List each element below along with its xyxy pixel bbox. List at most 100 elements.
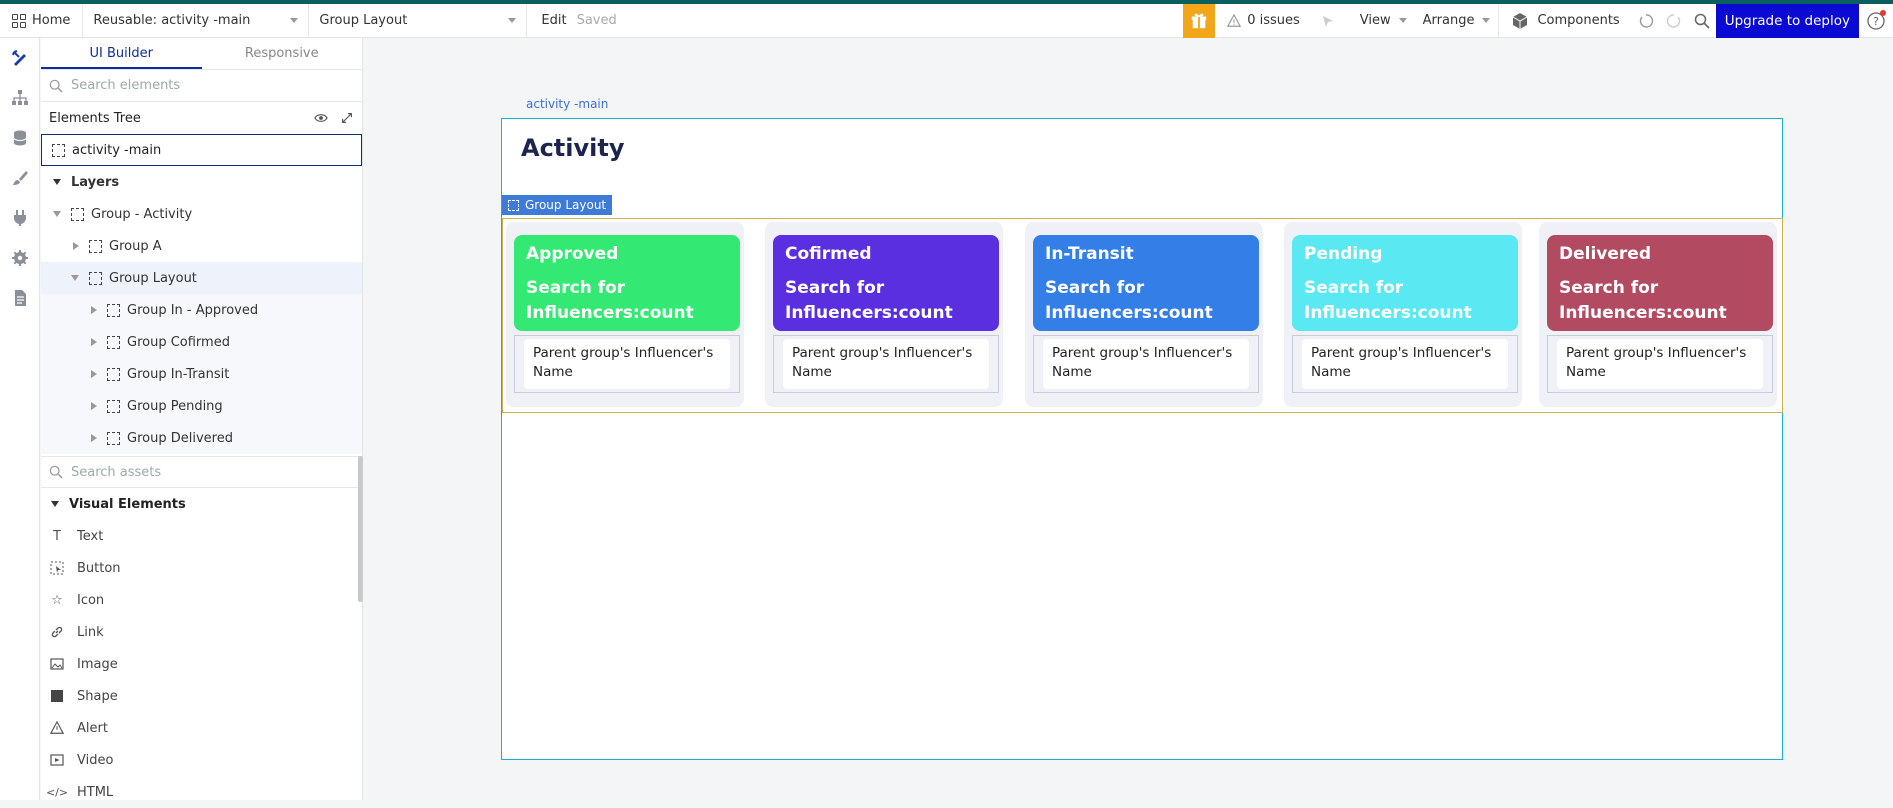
tree-group-in-transit[interactable]: Group In-Transit bbox=[41, 358, 362, 390]
page-title[interactable]: Activity bbox=[521, 134, 625, 162]
chevron-down-icon bbox=[1398, 18, 1407, 23]
tree-group-a[interactable]: Group A bbox=[41, 230, 362, 262]
home-button[interactable]: Home bbox=[0, 4, 84, 37]
card-repeating-group[interactable]: Parent group's Influencer's Name bbox=[1033, 335, 1259, 393]
asset-alert[interactable]: Alert bbox=[41, 712, 362, 744]
visual-elements-header[interactable]: Visual Elements bbox=[41, 488, 362, 520]
cube-icon bbox=[1513, 12, 1528, 29]
card-repeating-group[interactable]: Parent group's Influencer's Name bbox=[514, 335, 740, 393]
rail-logs[interactable] bbox=[0, 278, 40, 318]
element-selector-value: Group Layout bbox=[319, 13, 408, 28]
card-repeating-group[interactable]: Parent group's Influencer's Name bbox=[1292, 335, 1518, 393]
group-icon bbox=[71, 207, 84, 221]
redo-button[interactable] bbox=[1660, 4, 1688, 38]
search-icon bbox=[1694, 13, 1710, 29]
asset-link[interactable]: Link bbox=[41, 616, 362, 648]
collapse-caret-icon[interactable] bbox=[71, 275, 79, 281]
view-menu[interactable]: View bbox=[1352, 13, 1415, 28]
rail-design[interactable] bbox=[0, 38, 40, 78]
rail-plugins[interactable] bbox=[0, 198, 40, 238]
card-title: Delivered bbox=[1559, 244, 1651, 264]
status-card-approved[interactable]: Approved Search for Influencers:count Pa… bbox=[506, 222, 744, 407]
collapse-caret-icon[interactable] bbox=[53, 211, 61, 217]
star-icon: ☆ bbox=[51, 592, 63, 608]
chevron-down-icon bbox=[508, 18, 517, 23]
tree-group-layout[interactable]: Group Layout bbox=[41, 262, 362, 294]
search-assets-input[interactable]: Search assets bbox=[41, 456, 362, 488]
rail-styles[interactable] bbox=[0, 158, 40, 198]
card-title: Cofirmed bbox=[785, 244, 872, 264]
group-layout-badge[interactable]: Group Layout bbox=[502, 195, 613, 215]
tree-group-in-approved[interactable]: Group In - Approved bbox=[41, 294, 362, 326]
asset-image[interactable]: Image bbox=[41, 648, 362, 680]
search-button[interactable] bbox=[1688, 4, 1716, 38]
element-selector[interactable]: Group Layout bbox=[309, 4, 528, 37]
card-header[interactable]: Cofirmed Search for Influencers:count bbox=[773, 235, 999, 331]
card-header[interactable]: In-Transit Search for Influencers:count bbox=[1033, 235, 1259, 331]
panel-scrollbar[interactable] bbox=[358, 456, 363, 602]
asset-icon[interactable]: ☆ Icon bbox=[41, 584, 362, 616]
group-icon bbox=[107, 431, 120, 445]
card-header[interactable]: Approved Search for Influencers:count bbox=[514, 235, 740, 331]
svg-text:?: ? bbox=[1873, 15, 1879, 28]
expand-caret-icon[interactable] bbox=[91, 402, 97, 410]
page-selector-value: Reusable: activity -main bbox=[93, 13, 251, 28]
tree-layers[interactable]: Layers bbox=[41, 166, 362, 198]
search-elements-input[interactable]: Search elements bbox=[41, 70, 362, 102]
eye-icon[interactable] bbox=[314, 111, 328, 125]
status-card-delivered[interactable]: Delivered Search for Influencers:count P… bbox=[1539, 222, 1777, 407]
expand-caret-icon[interactable] bbox=[91, 338, 97, 346]
card-header[interactable]: Delivered Search for Influencers:count bbox=[1547, 235, 1773, 331]
asset-shape[interactable]: Shape bbox=[41, 680, 362, 712]
status-card-pending[interactable]: Pending Search for Influencers:count Par… bbox=[1284, 222, 1522, 407]
saved-status: Saved bbox=[576, 13, 617, 28]
card-count: Search for Influencers:count bbox=[526, 278, 694, 323]
tab-responsive[interactable]: Responsive bbox=[202, 38, 363, 69]
page-selector[interactable]: Reusable: activity -main bbox=[83, 4, 310, 37]
video-icon bbox=[49, 752, 65, 768]
reusable-element-frame[interactable] bbox=[501, 118, 1783, 760]
tree-root-activity-main[interactable]: activity -main bbox=[41, 134, 362, 166]
tree-group-cofirmed[interactable]: Group Cofirmed bbox=[41, 326, 362, 358]
arrange-menu[interactable]: Arrange bbox=[1415, 13, 1499, 28]
tree-group-delivered[interactable]: Group Delivered bbox=[41, 422, 362, 454]
edit-menu[interactable]: Edit bbox=[527, 13, 576, 28]
card-header[interactable]: Pending Search for Influencers:count bbox=[1292, 235, 1518, 331]
influencer-name: Parent group's Influencer's Name bbox=[524, 339, 730, 389]
card-repeating-group[interactable]: Parent group's Influencer's Name bbox=[1547, 335, 1773, 393]
rail-data[interactable] bbox=[0, 118, 40, 158]
tree-group-pending[interactable]: Group Pending bbox=[41, 390, 362, 422]
asset-html[interactable]: </> HTML bbox=[41, 776, 362, 808]
help-button[interactable]: ? bbox=[1859, 4, 1893, 38]
expand-caret-icon[interactable] bbox=[73, 242, 79, 250]
tree-item-label: Group Pending bbox=[127, 398, 223, 414]
link-icon bbox=[49, 624, 65, 640]
issues-button[interactable]: 0 issues bbox=[1215, 13, 1314, 28]
status-card-in-transit[interactable]: In-Transit Search for Influencers:count … bbox=[1025, 222, 1263, 407]
asset-label: Link bbox=[77, 624, 104, 640]
inspect-button[interactable] bbox=[1314, 4, 1342, 38]
rail-sitemap[interactable] bbox=[0, 78, 40, 118]
undo-button[interactable] bbox=[1632, 4, 1660, 38]
asset-label: Image bbox=[77, 656, 118, 672]
expand-caret-icon[interactable] bbox=[91, 434, 97, 442]
status-card-cofirmed[interactable]: Cofirmed Search for Influencers:count Pa… bbox=[765, 222, 1003, 407]
collapse-caret-icon[interactable] bbox=[53, 179, 61, 185]
expand-icon[interactable] bbox=[340, 111, 354, 125]
expand-caret-icon[interactable] bbox=[91, 306, 97, 314]
collapse-caret-icon[interactable] bbox=[51, 501, 59, 507]
gift-button[interactable] bbox=[1183, 3, 1216, 38]
expand-caret-icon[interactable] bbox=[91, 370, 97, 378]
asset-button[interactable]: Button bbox=[41, 552, 362, 584]
asset-video[interactable]: Video bbox=[41, 744, 362, 776]
components-button[interactable]: Components bbox=[1498, 4, 1631, 37]
rail-settings[interactable] bbox=[0, 238, 40, 278]
influencer-name: Parent group's Influencer's Name bbox=[1302, 339, 1508, 389]
tab-ui-builder[interactable]: UI Builder bbox=[41, 38, 202, 69]
asset-text[interactable]: T Text bbox=[41, 520, 362, 552]
influencer-name: Parent group's Influencer's Name bbox=[1557, 339, 1763, 389]
card-repeating-group[interactable]: Parent group's Influencer's Name bbox=[773, 335, 999, 393]
influencer-name: Parent group's Influencer's Name bbox=[1043, 339, 1249, 389]
tree-group-activity[interactable]: Group - Activity bbox=[41, 198, 362, 230]
upgrade-button[interactable]: Upgrade to deploy bbox=[1715, 3, 1859, 38]
